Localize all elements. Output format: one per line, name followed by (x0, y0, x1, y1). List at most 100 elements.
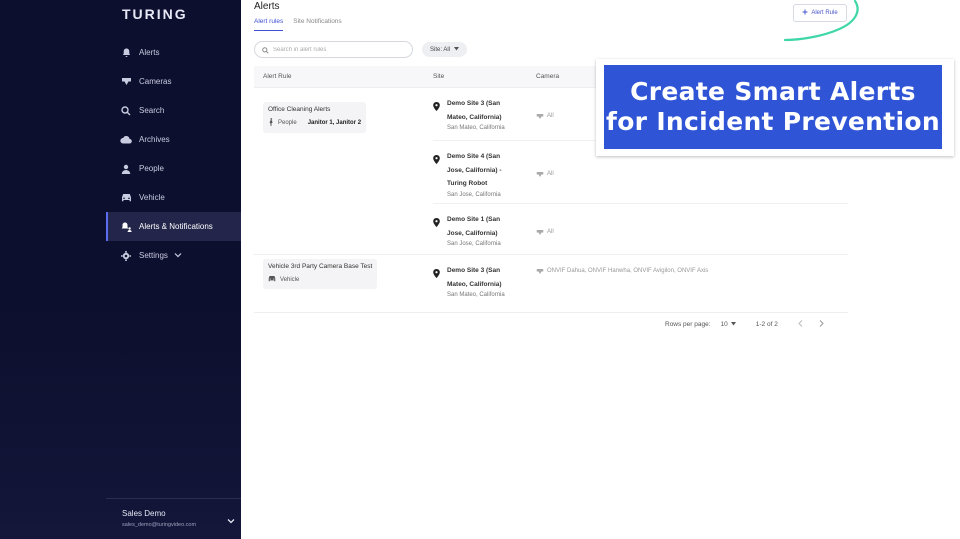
site-name: Demo Site 3 (San Mateo, California) (447, 100, 502, 121)
walking-person-icon (268, 118, 274, 128)
sidebar-item-label: Search (139, 106, 165, 115)
promo-banner: Create Smart Alerts for Incident Prevent… (604, 65, 942, 149)
user-email: sales_demo@turingvideo.com (122, 522, 197, 528)
rows-per-page-label: Rows per page: (665, 321, 711, 328)
tab-bar: Alert rules Site Notifications (254, 18, 342, 31)
page-title: Alerts (254, 1, 280, 12)
location-pin-icon (433, 213, 442, 247)
sidebar: TURING Alerts Cameras Search Archives Pe… (0, 0, 241, 539)
cloud-icon (120, 134, 132, 146)
sidebar-item-archives[interactable]: Archives (106, 125, 241, 154)
sidebar-item-label: Vehicle (139, 193, 165, 202)
site-list: Demo Site 3 (San Mateo, California) San … (433, 255, 848, 312)
highlight-annotation (783, 0, 859, 42)
alert-rule-name: Office Cleaning Alerts (268, 106, 331, 113)
alert-rule-chip[interactable]: Office Cleaning Alerts People Janitor 1,… (263, 102, 367, 133)
site-filter-label: Site: All (430, 46, 451, 53)
alert-rule-meta: People Janitor 1, Janitor 2 (268, 118, 361, 128)
camera-value: ONVIF Dahua, ONVIF Hanwha, ONVIF Avigilo… (547, 268, 709, 274)
tab-site-notifications[interactable]: Site Notifications (293, 18, 341, 31)
bell-person-icon (120, 221, 132, 233)
camera-icon (536, 171, 544, 180)
sidebar-nav: Alerts Cameras Search Archives People Ve… (106, 38, 241, 270)
alert-rule-cell: Vehicle 3rd Party Camera Base Test Vehic… (254, 255, 433, 312)
camera-icon (536, 268, 544, 277)
search-icon (120, 105, 132, 117)
site-row: Demo Site 3 (San Mateo, California) San … (433, 255, 848, 312)
camera-value: All (547, 229, 554, 235)
promo-line-2: for Incident Prevention (606, 107, 940, 136)
camera-icon (536, 113, 544, 122)
location-pin-icon (433, 97, 442, 133)
chevron-right-icon[interactable] (819, 320, 824, 329)
rows-per-page-value: 10 (720, 321, 728, 328)
sidebar-item-cameras[interactable]: Cameras (106, 67, 241, 96)
site-filter-dropdown[interactable]: Site: All (422, 42, 468, 57)
sidebar-item-label: Alerts & Notifications (139, 222, 213, 231)
sidebar-item-label: Alerts (139, 48, 160, 57)
site-name: Demo Site 4 (San Jose, California) - Tur… (447, 153, 502, 187)
chevron-left-icon[interactable] (798, 320, 803, 329)
alert-rule-chip[interactable]: Vehicle 3rd Party Camera Base Test Vehic… (263, 259, 378, 289)
chevron-down-icon (174, 251, 182, 260)
site-location: San Mateo, California (447, 292, 505, 298)
column-header-alert-rule: Alert Rule (263, 73, 292, 80)
app-logo[interactable]: TURING (122, 6, 188, 22)
user-account[interactable]: Sales Demo sales_demo@turingvideo.com (106, 498, 241, 528)
site-cell: Demo Site 4 (San Jose, California) - Tur… (433, 150, 536, 198)
alert-rule-meta: Vehicle (268, 275, 372, 284)
caret-down-icon (730, 321, 736, 328)
pagination: Rows per page: 10 1-2 of 2 (665, 320, 824, 329)
location-pin-icon (433, 264, 442, 305)
camera-value: All (547, 113, 554, 119)
camera-icon (536, 229, 544, 238)
person-icon (120, 163, 132, 175)
tab-alert-rules[interactable]: Alert rules (254, 18, 284, 31)
caret-down-icon (454, 46, 460, 53)
site-name: Demo Site 1 (San Jose, California) (447, 216, 501, 237)
table-row[interactable]: Vehicle 3rd Party Camera Base Test Vehic… (254, 255, 848, 313)
site-location: San Mateo, California (447, 125, 505, 131)
site-cell: Demo Site 3 (San Mateo, California) San … (433, 97, 536, 133)
alert-rule-detail: Janitor 1, Janitor 2 (307, 120, 362, 126)
camera-cell: All (536, 150, 848, 196)
sidebar-item-settings[interactable]: Settings (106, 241, 241, 270)
alert-rule-cell: Office Cleaning Alerts People Janitor 1,… (254, 88, 433, 254)
promo-line-1: Create Smart Alerts (630, 77, 916, 106)
sidebar-item-label: Cameras (139, 77, 172, 86)
column-header-site: Site (433, 73, 445, 80)
sidebar-item-alerts[interactable]: Alerts (106, 38, 241, 67)
site-location: San Jose, California (447, 191, 501, 198)
search-field[interactable] (254, 41, 413, 58)
site-cell: Demo Site 1 (San Jose, California) San J… (433, 213, 536, 247)
search-icon (262, 41, 269, 59)
location-pin-icon (433, 150, 442, 196)
bell-icon (120, 47, 132, 59)
chevron-down-icon[interactable] (227, 511, 235, 529)
site-name: Demo Site 3 (San Mateo, California) (447, 267, 502, 288)
user-name: Sales Demo (122, 509, 166, 518)
alert-rule-type: People (278, 120, 297, 126)
search-input[interactable] (273, 46, 403, 53)
camera-cell: All (536, 213, 848, 247)
sidebar-item-label: Settings (139, 251, 168, 260)
sidebar-item-alerts-notifications[interactable]: Alerts & Notifications (106, 212, 241, 241)
gear-icon (120, 250, 132, 262)
camera-value: All (547, 171, 554, 177)
alert-rule-type: Vehicle (280, 276, 300, 283)
camera-icon (120, 76, 132, 88)
sidebar-item-people[interactable]: People (106, 154, 241, 183)
sidebar-item-vehicle[interactable]: Vehicle (106, 183, 241, 212)
car-icon (268, 275, 276, 284)
page-range: 1-2 of 2 (755, 321, 778, 328)
site-location: San Jose, California (447, 241, 501, 247)
rows-per-page-select[interactable]: 10 (721, 321, 736, 328)
sidebar-item-label: Archives (139, 135, 170, 144)
sidebar-item-search[interactable]: Search (106, 96, 241, 125)
car-icon (120, 192, 132, 204)
site-row: Demo Site 1 (San Jose, California) San J… (433, 204, 848, 254)
sidebar-item-label: People (139, 164, 164, 173)
camera-cell: ONVIF Dahua, ONVIF Hanwha, ONVIF Avigilo… (536, 264, 848, 305)
site-cell: Demo Site 3 (San Mateo, California) San … (433, 264, 536, 305)
alert-rule-name: Vehicle 3rd Party Camera Base Test (268, 263, 373, 270)
